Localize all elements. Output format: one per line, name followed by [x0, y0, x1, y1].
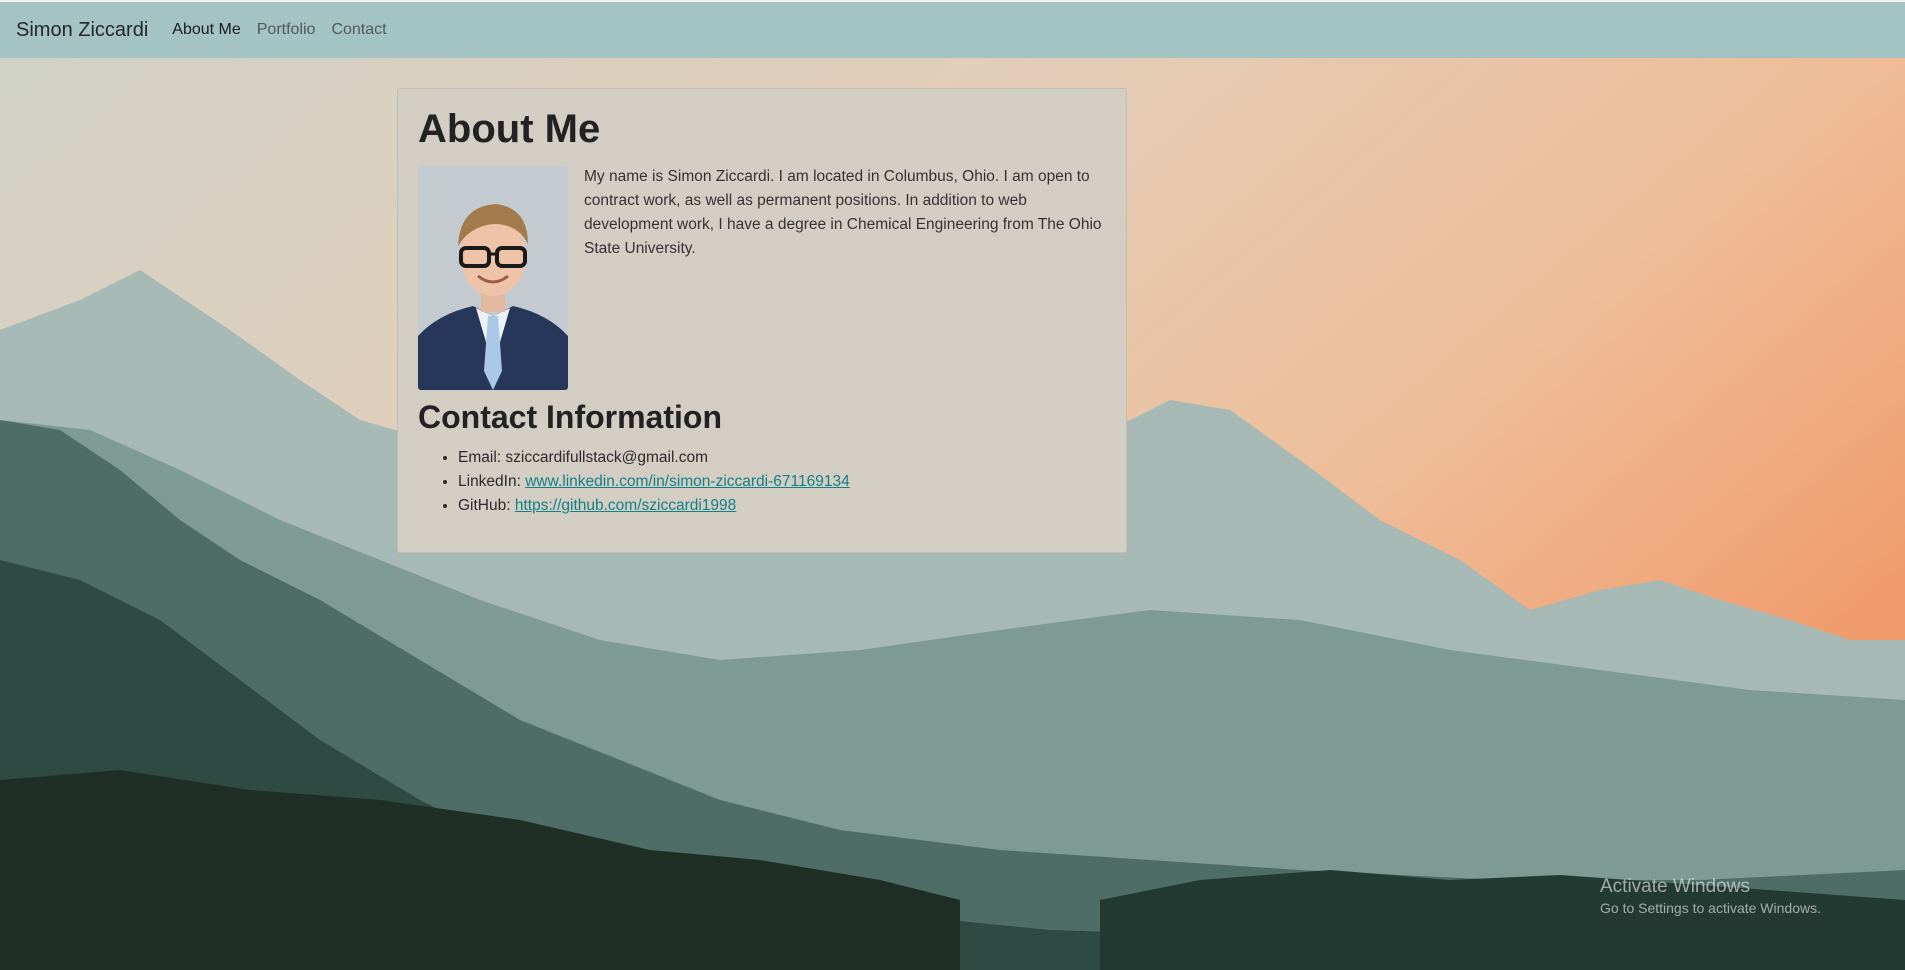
github-link[interactable]: https://github.com/sziccardi1998 — [515, 497, 736, 514]
activate-windows-watermark: Activate Windows Go to Settings to activ… — [1600, 876, 1821, 916]
email-label: Email: — [458, 449, 506, 466]
profile-photo-image — [418, 166, 568, 390]
watermark-subtitle: Go to Settings to activate Windows. — [1600, 900, 1821, 916]
profile-photo — [418, 166, 568, 390]
linkedin-label: LinkedIn: — [458, 473, 526, 490]
nav-about-me[interactable]: About Me — [172, 21, 240, 39]
about-card: About Me My name is Simon Ziccardi. I am… — [397, 88, 1127, 553]
email-value: sziccardifullstack@gmail.com — [505, 449, 709, 466]
top-navbar: Simon Ziccardi About Me Portfolio Contac… — [0, 0, 1905, 58]
contact-linkedin-item: LinkedIn: www.linkedin.com/in/simon-zicc… — [458, 470, 850, 494]
nav-portfolio[interactable]: Portfolio — [257, 21, 316, 39]
contact-github-item: GitHub: https://github.com/sziccardi1998 — [458, 494, 850, 518]
contact-heading: Contact Information — [418, 399, 722, 435]
github-label: GitHub: — [458, 497, 515, 514]
about-heading: About Me — [418, 107, 601, 151]
bio-text: My name is Simon Ziccardi. I am located … — [584, 168, 1102, 257]
contact-list: Email: sziccardifullstack@gmail.com Link… — [418, 446, 850, 518]
linkedin-link[interactable]: www.linkedin.com/in/simon-ziccardi-67116… — [525, 473, 850, 490]
nav-contact[interactable]: Contact — [331, 21, 386, 39]
brand-link[interactable]: Simon Ziccardi — [16, 19, 148, 42]
watermark-title: Activate Windows — [1600, 876, 1750, 897]
contact-email-item: Email: sziccardifullstack@gmail.com — [458, 446, 850, 470]
